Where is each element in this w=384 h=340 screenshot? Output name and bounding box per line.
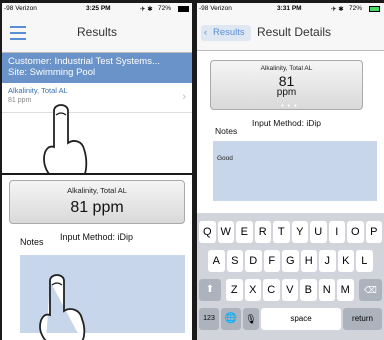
key-a[interactable]: A (208, 250, 225, 272)
notes-text: Good (217, 155, 233, 162)
globe-key-icon[interactable]: 🌐 (221, 308, 241, 330)
key-d[interactable]: D (245, 250, 262, 272)
key-n[interactable]: N (318, 279, 335, 301)
key-c[interactable]: C (263, 279, 280, 301)
keyboard: Q W E R T Y U I O P A S D F G H J K L ⬆ … (197, 213, 384, 340)
key-j[interactable]: J (319, 250, 336, 272)
keyboard-row-4: 123 🌐 🎙 space return (199, 308, 384, 330)
battery-text: 72% (158, 5, 172, 12)
back-button[interactable]: ‹ Results (201, 25, 251, 41)
key-k[interactable]: K (337, 250, 354, 272)
carrier-text: -98 Verizon (4, 5, 37, 12)
result-card-title: Alkalinity, Total AL (260, 65, 313, 72)
result-row[interactable]: Alkalinity, Total AL 81 ppm › (2, 83, 192, 113)
key-g[interactable]: G (282, 250, 299, 272)
right-details-screen: -98 Verizon 3:31 PM ✈ ✱ 72% ‹ Results Re… (197, 3, 384, 340)
battery-icon (369, 6, 380, 12)
key-w[interactable]: W (217, 221, 234, 243)
tap-hand-icon (43, 104, 88, 173)
key-o[interactable]: O (347, 221, 364, 243)
key-u[interactable]: U (310, 221, 327, 243)
page-title: Result Details (257, 25, 332, 39)
result-row-title: Alkalinity, Total AL (8, 86, 68, 95)
notes-textarea[interactable]: Good (213, 141, 377, 201)
keyboard-letters-row-3: Z X C V B N M (226, 279, 356, 301)
chevron-right-icon: › (182, 91, 186, 103)
page-dots: ● ● ● (281, 103, 298, 109)
key-m[interactable]: M (337, 279, 354, 301)
customer-text: Customer: Industrial Test Systems... (8, 56, 160, 67)
time-text: 3:25 PM (86, 5, 111, 12)
right-status-bar: -98 Verizon 3:31 PM ✈ ✱ 72% (197, 3, 384, 15)
customer-banner: Customer: Industrial Test Systems... Sit… (2, 53, 192, 83)
back-chevron-icon: ‹ (204, 27, 208, 38)
battery-icon (178, 6, 189, 12)
result-card: Alkalinity, Total AL 81 ppm (9, 180, 185, 224)
key-e[interactable]: E (236, 221, 253, 243)
delete-key-icon[interactable]: ⌫ (359, 279, 382, 301)
return-key[interactable]: return (343, 308, 382, 330)
microphone-key-icon[interactable]: 🎙 (243, 308, 259, 330)
key-v[interactable]: V (281, 279, 298, 301)
left-results-screen: -98 Verizon 3:25 PM ✈ ✱ 72% Results Cust… (2, 3, 192, 173)
tap-hand-icon (39, 274, 86, 340)
numbers-key[interactable]: 123 (199, 308, 219, 330)
notes-label: Notes (215, 126, 238, 136)
input-method-text: Input Method: iDip (252, 118, 321, 128)
space-key[interactable]: space (261, 308, 341, 330)
input-method-text: Input Method: iDip (60, 232, 134, 242)
page-title: Results (76, 25, 117, 39)
bluetooth-icon: ✈ ✱ (331, 6, 344, 13)
bluetooth-icon: ✈ ✱ (140, 6, 153, 13)
carrier-text: -98 Verizon (199, 5, 232, 12)
result-card: Alkalinity, Total AL 81 ppm ● ● ● (210, 60, 363, 110)
key-t[interactable]: T (273, 221, 290, 243)
key-b[interactable]: B (300, 279, 317, 301)
result-card-unit: ppm (276, 87, 297, 98)
result-row-value: 81 ppm (8, 97, 32, 104)
shift-key-icon[interactable]: ⬆ (199, 279, 221, 301)
left-detail-screen: Alkalinity, Total AL 81 ppm Notes Input … (2, 175, 192, 340)
key-r[interactable]: R (254, 221, 271, 243)
keyboard-row-3: ⬆ Z X C V B N M ⌫ (199, 279, 384, 301)
left-nav-bar: Results (2, 15, 192, 53)
keyboard-row-2: A S D F G H J K L (208, 250, 378, 272)
battery-text: 72% (349, 5, 363, 12)
key-z[interactable]: Z (226, 279, 243, 301)
result-card-title: Alkalinity, Total AL (67, 186, 127, 195)
result-card-value: 81 ppm (70, 199, 124, 216)
site-text: Site: Swimming Pool (8, 67, 96, 78)
key-l[interactable]: L (356, 250, 373, 272)
keyboard-row-1: Q W E R T Y U I O P (199, 221, 384, 243)
notes-label: Notes (20, 237, 44, 247)
key-h[interactable]: H (300, 250, 317, 272)
right-nav-bar: ‹ Results Result Details (197, 15, 384, 51)
key-y[interactable]: Y (291, 221, 308, 243)
key-s[interactable]: S (226, 250, 243, 272)
key-p[interactable]: P (365, 221, 382, 243)
back-button-label: Results (213, 27, 245, 38)
left-status-bar: -98 Verizon 3:25 PM ✈ ✱ 72% (2, 3, 192, 15)
key-f[interactable]: F (263, 250, 280, 272)
key-i[interactable]: I (328, 221, 345, 243)
key-q[interactable]: Q (199, 221, 216, 243)
time-text: 3:31 PM (277, 5, 302, 12)
key-x[interactable]: X (244, 279, 261, 301)
